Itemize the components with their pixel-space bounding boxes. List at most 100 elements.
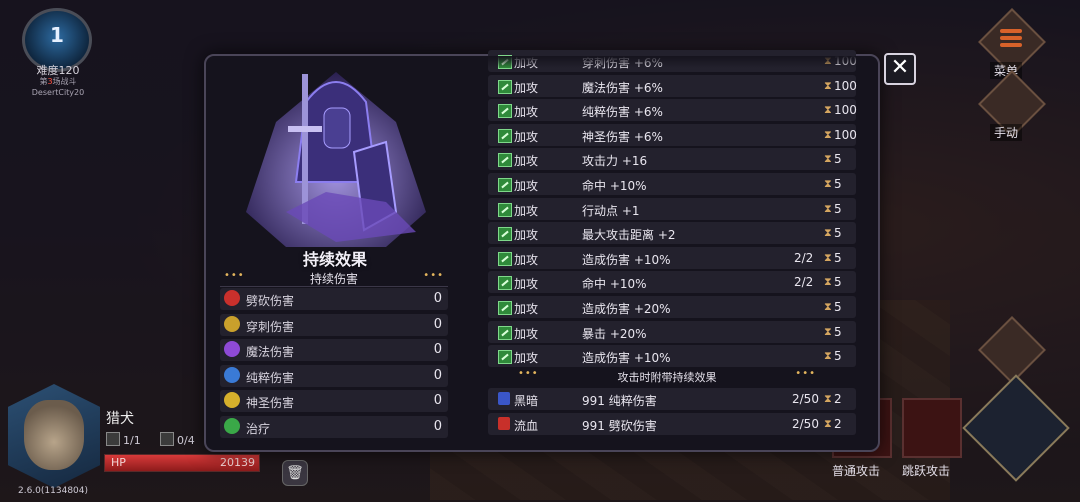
effect-duration: 5: [834, 177, 842, 191]
proc-effect-icon: [498, 417, 510, 430]
effect-type: 加攻: [514, 277, 539, 292]
effect-type: 加攻: [514, 302, 539, 316]
dot-section-header: ••• 持续伤害 •••: [220, 270, 448, 287]
damage-value: 0: [433, 393, 442, 408]
effect-stack: 2/50: [792, 417, 819, 431]
effect-type: 加攻: [514, 351, 539, 366]
effect-description: 攻击力 +16: [582, 154, 648, 169]
effect-description: 暴击 +20%: [582, 326, 647, 341]
effect-duration: 100: [834, 103, 857, 118]
dot-row: 穿刺伤害 0: [220, 313, 448, 336]
damage-value: 0: [433, 342, 442, 357]
close-button[interactable]: ✕: [884, 53, 916, 85]
version-text: 2.6.0(1134804): [18, 486, 89, 496]
trash-icon[interactable]: 🗑: [282, 460, 308, 486]
effect-duration: 2: [834, 392, 842, 406]
effect-duration: 100: [834, 127, 857, 142]
hourglass-icon: ⧗: [824, 392, 832, 405]
proc-effect-row[interactable]: 黑暗 991 纯粹伤害 2/50 ⧗ 2: [488, 388, 856, 410]
damage-value: 0: [433, 291, 442, 306]
hp-value: 20139: [220, 456, 255, 469]
hourglass-icon: ⧗: [824, 78, 832, 92]
effect-row[interactable]: 加攻 神圣伤害 +6% ⧗ 100: [488, 123, 857, 146]
effect-row[interactable]: 加攻 暴击 +20% ⧗ 5: [488, 320, 856, 343]
buff-attack-icon: [498, 202, 512, 217]
buff-attack-icon: [498, 104, 512, 119]
section-dots-right: •••: [423, 270, 444, 281]
proc-effect-row[interactable]: 流血 991 劈砍伤害 2/50 ⧗ 2: [488, 413, 856, 435]
effect-type: 黑暗: [514, 394, 539, 408]
hourglass-icon: ⧗: [824, 324, 832, 338]
effect-row[interactable]: 加攻 命中 +10% 2/2 ⧗ 5: [488, 271, 856, 294]
hourglass-icon: ⧗: [824, 250, 832, 264]
dialog-title: 持续效果: [302, 250, 367, 269]
effects-list[interactable]: 加攻穿刺伤害 +6%⧗100加攻魔法伤害 +6%⧗100加攻纯粹伤害 +6%⧗1…: [482, 50, 864, 446]
effect-duration: 5: [834, 324, 842, 339]
manual-label: 手动: [990, 124, 1023, 141]
buff-attack-icon: [498, 178, 512, 192]
character-stat-1: 1/1: [106, 432, 141, 447]
effect-row[interactable]: 加攻 命中 +10% ⧗ 5: [488, 173, 856, 195]
buff-attack-icon: [498, 128, 512, 143]
effect-duration: 5: [834, 300, 842, 314]
effect-stack: 2/2: [794, 275, 814, 290]
jump-attack-label: 跳跃攻击: [902, 464, 951, 478]
effect-description: 最大攻击距离 +2: [582, 228, 676, 243]
effect-type: 加攻: [514, 80, 539, 95]
hourglass-icon: ⧗: [824, 127, 832, 141]
damage-type-icon: [224, 392, 240, 408]
effect-stack: 2/2: [794, 250, 814, 265]
effect-row[interactable]: 加攻 最大攻击距离 +2 ⧗ 5: [488, 222, 856, 245]
effect-row[interactable]: 加攻 行动点 +1 ⧗ 5: [488, 197, 856, 220]
effect-duration: 5: [834, 250, 842, 265]
effect-description: 行动点 +1: [582, 203, 640, 218]
character-name: 猎犬: [106, 411, 134, 427]
buff-attack-icon: [498, 153, 512, 168]
buff-attack-icon: [498, 350, 512, 365]
buff-attack-icon: [498, 325, 512, 340]
effect-type: 加攻: [514, 105, 539, 120]
effect-description: 991 劈砍伤害: [582, 419, 657, 433]
damage-type-name: 神圣伤害: [246, 396, 295, 410]
map-name: DesertCity20: [31, 88, 85, 97]
dot-row: 劈砍伤害 0: [220, 288, 448, 310]
damage-value: 0: [433, 418, 442, 434]
hourglass-icon: ⧗: [824, 152, 832, 166]
effect-description: 991 纯粹伤害: [582, 394, 657, 408]
character-avatar: [24, 400, 84, 470]
effect-description: 造成伤害 +10%: [582, 351, 671, 366]
effect-row[interactable]: 加攻 攻击力 +16 ⧗ 5: [488, 148, 856, 171]
hourglass-icon: ⧗: [824, 103, 832, 117]
damage-type-icon: [224, 417, 240, 434]
damage-type-name: 穿刺伤害: [246, 319, 295, 334]
effect-duration: 5: [834, 152, 842, 167]
damage-type-icon: [224, 315, 240, 332]
jump-attack-button[interactable]: [902, 398, 962, 458]
dot-row: 魔法伤害 0: [220, 339, 448, 361]
effect-duration: 5: [834, 349, 842, 364]
skill-charge-icon: [106, 432, 120, 446]
hourglass-icon: ⧗: [824, 177, 832, 190]
buff-attack-icon: [498, 301, 512, 315]
effect-type: 加攻: [514, 129, 539, 144]
effect-type: 流血: [514, 419, 539, 433]
hourglass-icon: ⧗: [824, 275, 832, 289]
damage-type-icon: [224, 290, 240, 306]
buff-attack-icon: [498, 251, 512, 266]
damage-type-icon: [224, 366, 240, 383]
effect-row[interactable]: 加攻 纯粹伤害 +6% ⧗ 100: [488, 99, 857, 122]
effect-row[interactable]: 加攻 造成伤害 +20% ⧗ 5: [488, 296, 856, 318]
buff-attack-icon: [498, 79, 512, 94]
character-stat-2: 0/4: [160, 432, 195, 447]
effect-row[interactable]: 加攻 魔法伤害 +6% ⧗ 100: [488, 74, 857, 97]
effect-type: 加攻: [514, 179, 539, 193]
damage-value: 0: [433, 367, 442, 383]
hp-label: HP: [111, 456, 126, 469]
hp-bar: HP 20139: [104, 454, 260, 472]
effect-row[interactable]: 加攻 造成伤害 +10% 2/2 ⧗ 5: [488, 246, 856, 269]
effect-description: 神圣伤害 +6%: [582, 129, 663, 144]
effect-description: 纯粹伤害 +6%: [582, 105, 663, 120]
damage-value: 0: [433, 316, 442, 332]
effect-description: 命中 +10%: [582, 277, 647, 292]
effect-row[interactable]: 加攻 造成伤害 +10% ⧗ 5: [488, 345, 856, 368]
